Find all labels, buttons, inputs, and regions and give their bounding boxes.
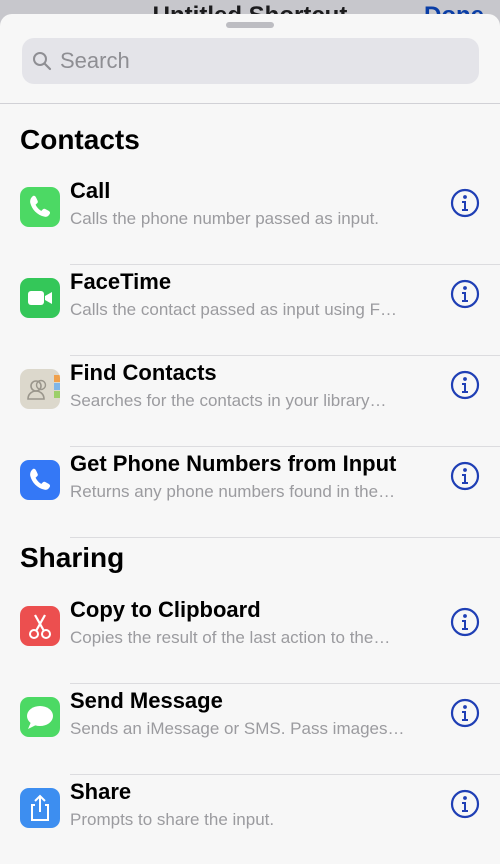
info-icon[interactable] bbox=[450, 698, 480, 728]
search-field[interactable]: Search bbox=[22, 38, 479, 84]
action-description: Calls the phone number passed as input. bbox=[70, 209, 380, 228]
section-title-sharing: Sharing bbox=[20, 542, 125, 573]
action-description: Returns any phone numbers found in the… bbox=[70, 482, 396, 501]
action-title: Copy to Clipboard bbox=[70, 597, 261, 622]
action-row-find-contacts[interactable]: Find Contacts Searches for the contacts … bbox=[0, 356, 500, 447]
action-description: Prompts to share the input. bbox=[70, 810, 275, 829]
video-camera-icon bbox=[20, 278, 60, 318]
action-description: Calls the contact passed as input using … bbox=[70, 300, 397, 319]
section-title-contacts: Contacts bbox=[20, 124, 140, 155]
action-description: Sends an iMessage or SMS. Pass images… bbox=[70, 719, 405, 738]
action-picker-sheet: Search Contacts Call Calls the phone num… bbox=[0, 14, 500, 864]
sheet-grabber[interactable] bbox=[226, 22, 274, 28]
action-title: Find Contacts bbox=[70, 360, 217, 385]
action-description: Copies the result of the last action to … bbox=[70, 628, 391, 647]
contacts-book-icon bbox=[20, 369, 60, 409]
info-icon[interactable] bbox=[450, 607, 480, 637]
phone-icon bbox=[20, 187, 60, 227]
info-icon[interactable] bbox=[450, 370, 480, 400]
action-title: FaceTime bbox=[70, 269, 172, 294]
info-icon[interactable] bbox=[450, 188, 480, 218]
action-row-share[interactable]: Share Prompts to share the input. bbox=[0, 775, 500, 864]
info-icon[interactable] bbox=[450, 789, 480, 819]
scissors-icon bbox=[20, 606, 60, 646]
row-divider bbox=[70, 537, 500, 538]
action-row-call[interactable]: Call Calls the phone number passed as in… bbox=[0, 174, 500, 265]
action-title: Send Message bbox=[70, 688, 223, 713]
action-row-facetime[interactable]: FaceTime Calls the contact passed as inp… bbox=[0, 265, 500, 356]
info-icon[interactable] bbox=[450, 279, 480, 309]
share-icon bbox=[20, 788, 60, 828]
action-row-send-message[interactable]: Send Message Sends an iMessage or SMS. P… bbox=[0, 684, 500, 775]
action-title: Call bbox=[70, 178, 111, 203]
message-bubble-icon bbox=[20, 697, 60, 737]
action-title: Get Phone Numbers from Input bbox=[70, 451, 397, 476]
info-icon[interactable] bbox=[450, 461, 480, 491]
action-row-get-phone-numbers[interactable]: Get Phone Numbers from Input Returns any… bbox=[0, 447, 500, 538]
search-icon bbox=[33, 52, 52, 71]
action-row-copy-to-clipboard[interactable]: Copy to Clipboard Copies the result of t… bbox=[0, 593, 500, 684]
header-divider bbox=[0, 103, 500, 104]
phone-icon bbox=[20, 460, 60, 500]
action-title: Share bbox=[70, 779, 132, 804]
search-placeholder: Search bbox=[60, 48, 130, 73]
action-description: Searches for the contacts in your librar… bbox=[70, 391, 387, 410]
